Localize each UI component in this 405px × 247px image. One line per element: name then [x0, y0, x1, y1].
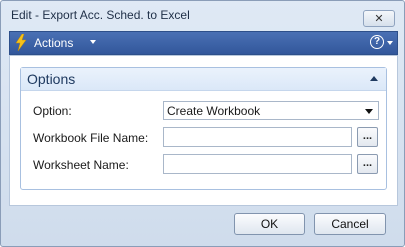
lightning-icon [15, 34, 27, 51]
fasttab-title: Options [27, 71, 76, 87]
chevron-up-icon[interactable] [370, 76, 378, 81]
option-select[interactable]: Create Workbook [163, 101, 379, 120]
chevron-down-icon [90, 40, 96, 44]
options-fasttab: Options Option: Create Workbook Workbook… [20, 67, 387, 190]
dropdown-arrow-icon [365, 109, 373, 114]
close-button[interactable]: ✕ [363, 10, 395, 27]
dialog-window: Edit - Export Acc. Sched. to Excel ✕ Act… [0, 0, 405, 247]
workbook-file-browse-button[interactable]: ... [357, 127, 378, 147]
close-icon: ✕ [374, 13, 384, 25]
window-title: Edit - Export Acc. Sched. to Excel [11, 8, 190, 22]
worksheet-name-label: Worksheet Name: [33, 158, 129, 172]
actions-menu-button[interactable]: Actions [34, 36, 73, 50]
option-label: Option: [33, 104, 72, 118]
cancel-button[interactable]: Cancel [314, 213, 386, 235]
worksheet-name-input[interactable] [163, 154, 352, 174]
workbook-file-name-label: Workbook File Name: [33, 131, 149, 145]
workbook-file-name-input[interactable] [163, 127, 352, 147]
content-area: Options Option: Create Workbook Workbook… [9, 55, 398, 206]
fasttab-header[interactable]: Options [21, 68, 386, 91]
action-bar: Actions ? [9, 31, 398, 55]
ok-button[interactable]: OK [234, 213, 305, 235]
worksheet-browse-button[interactable]: ... [357, 154, 378, 174]
help-chevron-down-icon[interactable] [387, 41, 393, 45]
title-bar: Edit - Export Acc. Sched. to Excel ✕ [1, 1, 404, 29]
help-icon[interactable]: ? [370, 35, 384, 49]
option-select-value: Create Workbook [167, 104, 261, 118]
